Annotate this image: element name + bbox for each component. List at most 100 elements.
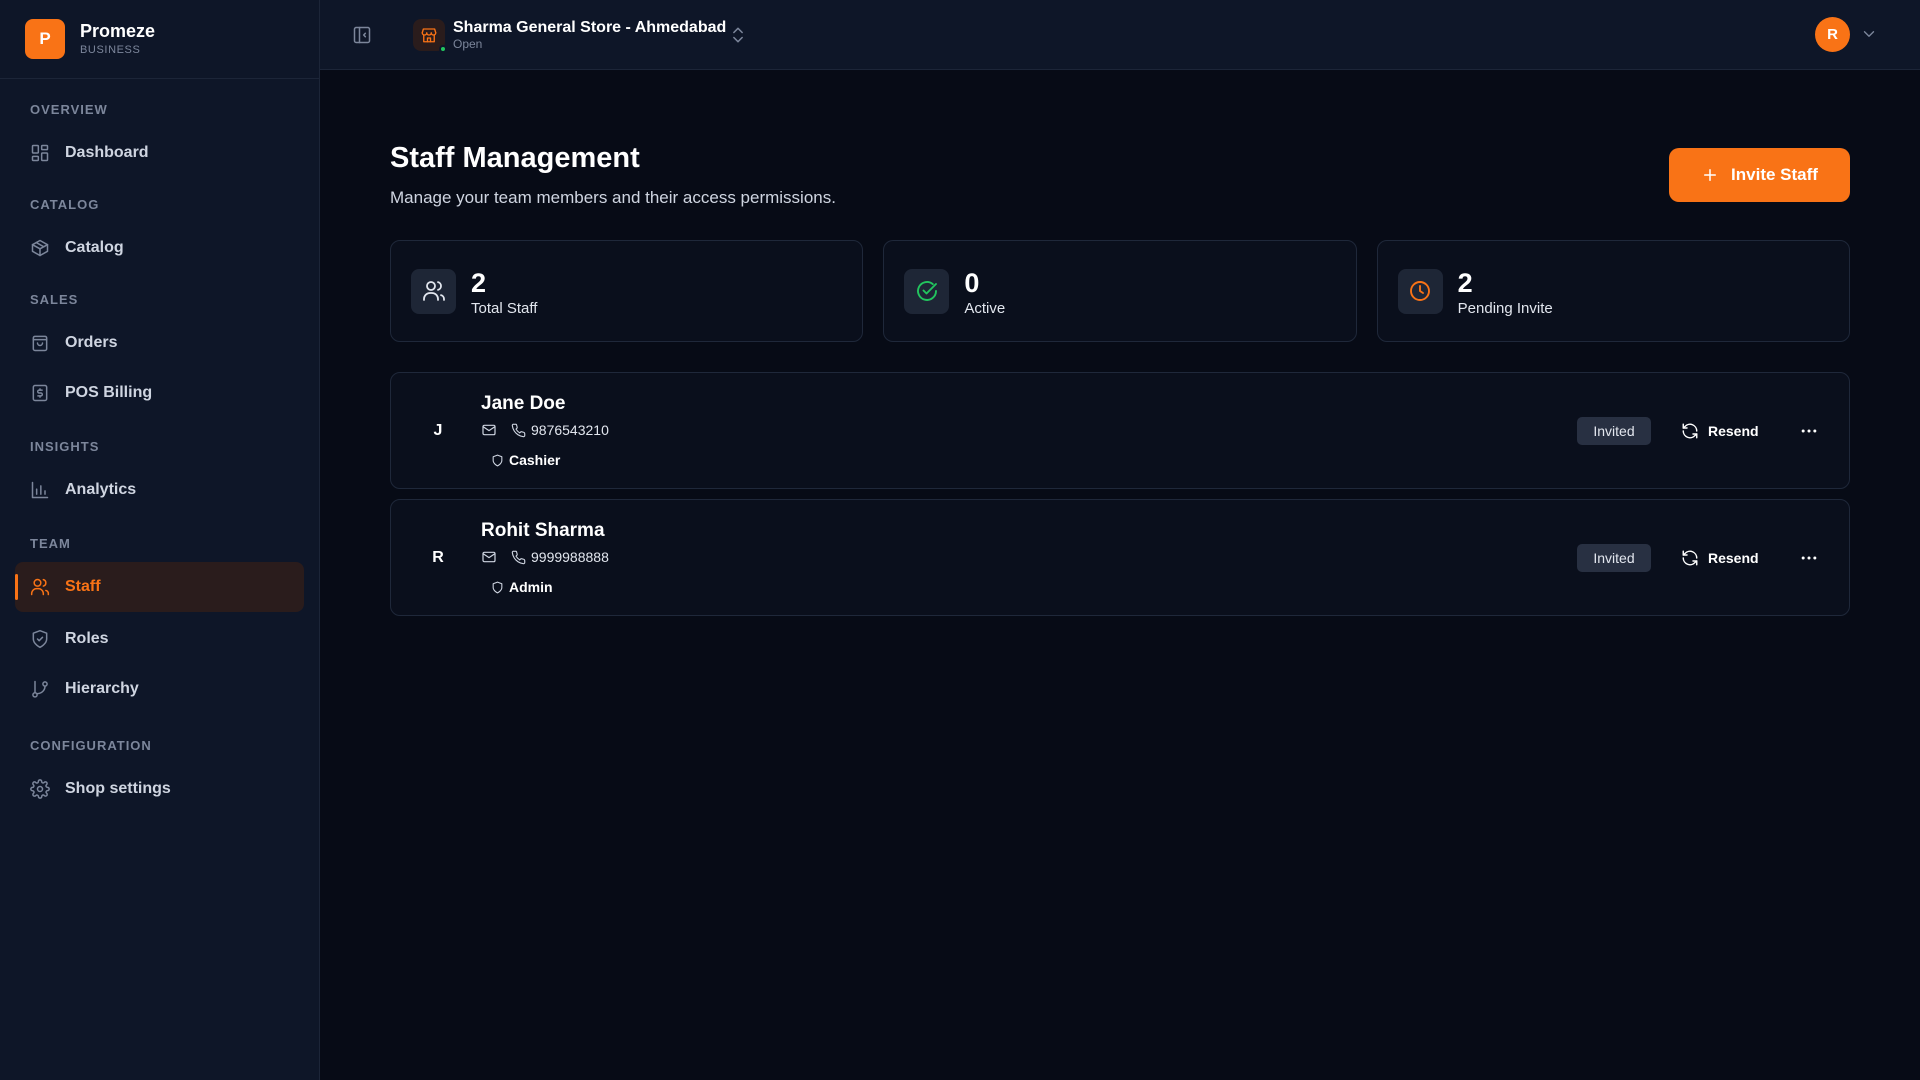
staff-row[interactable]: J Jane Doe 9876543210 Cashier Invited Re… [390,372,1850,489]
sidebar-item-label: Shop settings [65,780,171,797]
brand[interactable]: P Promeze BUSINESS [0,0,319,79]
top-bar: Sharma General Store - Ahmedabad Open R [320,0,1920,70]
brand-logo: P [25,19,65,59]
sidebar-item-label: POS Billing [65,384,153,401]
clock-icon [1410,281,1431,301]
stat-value: 0 [964,268,980,298]
plus-icon [1704,169,1717,181]
staff-avatar: R [432,549,444,566]
stat-value: 2 [1457,268,1473,298]
chevron-down-icon [1863,31,1875,37]
stat-card-pending-invite: 2 Pending Invite [1376,240,1850,342]
sidebar-item-catalog[interactable]: Catalog [15,223,304,273]
stat-icon-box [1397,268,1443,314]
collapse-sidebar-button[interactable] [352,25,372,45]
staff-phone: 9999988888 [531,549,609,565]
sidebar: P Promeze BUSINESS OVERVIEW Dashboard CA… [0,0,320,1080]
package-icon [31,239,49,257]
section-label-overview: OVERVIEW [30,102,108,117]
staff-role: Admin [491,579,553,595]
stat-label: Pending Invite [1457,300,1553,317]
staff-role: Cashier [491,452,560,468]
sidebar-item-staff[interactable]: Staff [15,562,304,612]
stat-icon-box [904,268,950,314]
sidebar-item-label: Orders [65,334,118,351]
brand-name: Promeze [80,21,156,41]
page-subtitle: Manage your team members and their acces… [390,188,836,207]
section-label-configuration: CONFIGURATION [30,738,152,753]
brand-text: Promeze BUSINESS [80,21,155,57]
resend-label: Resend [1708,550,1759,566]
stat-icon-box [411,268,456,314]
stat-card-active: 0 Active [883,240,1357,342]
stat-text: 2 Pending Invite [1458,269,1553,319]
section-label-catalog: CATALOG [30,197,100,212]
staff-role-label: Admin [509,579,553,595]
staff-name: Jane Doe [481,393,566,414]
chevrons-up-down-icon [733,27,743,43]
staff-phone: 9876543210 [531,422,609,438]
stat-text: 2 Total Staff [471,269,537,319]
staff-contacts: 9876543210 [481,422,609,438]
staff-contacts: 9999988888 [481,549,609,565]
phone-icon [511,550,526,564]
sidebar-item-label: Dashboard [65,144,149,161]
brand-subtitle: BUSINESS [80,44,141,56]
status-badge: Invited [1577,544,1651,572]
sidebar-item-pos-billing[interactable]: POS Billing [15,368,304,418]
sidebar-item-label: Catalog [65,239,124,256]
users-icon [422,281,445,301]
staff-row[interactable]: R Rohit Sharma 9999988888 Admin Invited … [390,499,1850,616]
sidebar-item-roles[interactable]: Roles [15,614,304,664]
bar-chart-icon [31,481,49,499]
more-options-button[interactable] [1799,548,1819,568]
git-branch-icon [32,680,48,698]
stat-card-total-staff: 2 Total Staff [390,240,864,342]
store-switcher[interactable]: Sharma General Store - Ahmedabad Open [453,19,726,51]
section-label-team: TEAM [30,536,71,551]
check-circle-icon [916,281,937,301]
mail-icon[interactable] [481,422,497,438]
users-icon [30,578,50,596]
staff-list: J Jane Doe 9876543210 Cashier Invited Re… [390,372,1850,626]
sidebar-nav: OVERVIEW Dashboard CATALOG Catalog SALES… [0,99,319,814]
page-title: Staff Management [390,142,640,174]
receipt-icon [32,384,48,402]
staff-avatar: J [433,422,443,439]
store-open-indicator [439,45,447,53]
store-name: Sharma General Store - Ahmedabad [453,19,727,36]
store-switch-button[interactable] [728,25,748,45]
staff-role-label: Cashier [509,452,561,468]
store-status: Open [453,37,483,51]
resend-invite-button[interactable]: Resend [1681,544,1759,572]
sidebar-item-label: Roles [65,630,109,647]
mail-icon[interactable] [481,549,497,565]
refresh-icon [1682,550,1698,566]
more-options-button[interactable] [1799,421,1819,441]
sidebar-item-hierarchy[interactable]: Hierarchy [15,664,304,714]
store-avatar[interactable] [413,19,447,53]
sidebar-toggle-icon [353,26,371,44]
user-menu-button[interactable] [1860,25,1878,43]
phone-icon [511,423,526,437]
invite-staff-button[interactable]: Invite Staff [1669,148,1850,202]
status-badge: Invited [1577,417,1651,445]
refresh-icon [1682,423,1698,439]
stats-row: 2 Total Staff 0 Active 2 Pending Invite [390,240,1850,342]
stat-label: Total Staff [471,300,538,317]
resend-label: Resend [1708,423,1759,439]
more-horizontal-icon [1801,556,1817,560]
sidebar-item-analytics[interactable]: Analytics [15,465,304,515]
shopping-bag-icon [32,335,48,352]
user-avatar[interactable]: R [1815,17,1850,52]
sidebar-item-label: Analytics [65,481,137,498]
staff-name: Rohit Sharma [481,520,605,541]
stat-text: 0 Active [964,269,1005,319]
dashboard-icon [31,144,49,162]
section-label-insights: INSIGHTS [30,439,100,454]
more-horizontal-icon [1801,429,1817,433]
sidebar-item-orders[interactable]: Orders [15,318,304,368]
sidebar-item-dashboard[interactable]: Dashboard [15,128,304,178]
resend-invite-button[interactable]: Resend [1681,417,1759,445]
sidebar-item-shop-settings[interactable]: Shop settings [15,764,304,814]
